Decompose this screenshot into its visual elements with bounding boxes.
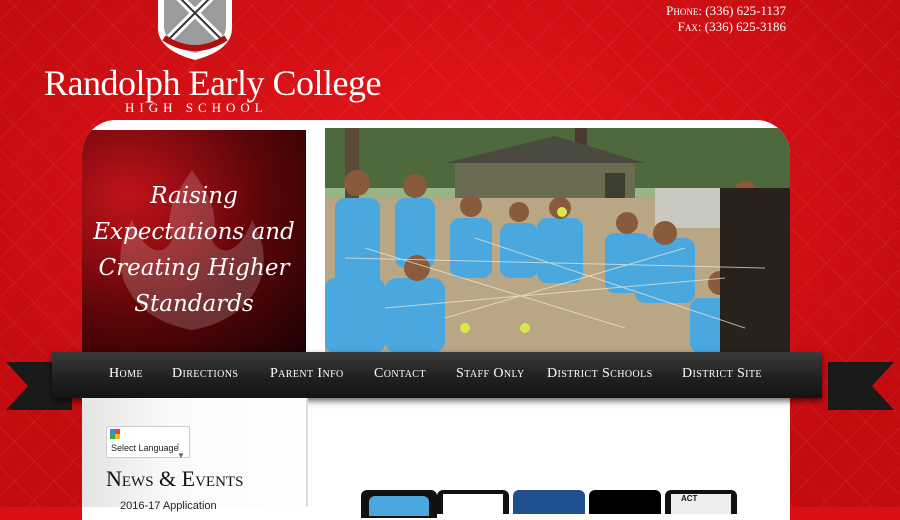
tagline-line: Standards [134,291,254,317]
language-select-label: Select Language [111,443,179,453]
tagline-line: Creating Higher [98,255,290,281]
quick-link-tile[interactable] [513,490,585,514]
quick-link-tile[interactable] [589,490,661,514]
nav-contact[interactable]: Contact [374,366,426,382]
act-quick-link-tile[interactable]: ACT [665,490,737,514]
tagline-panel: Raising Expectations and Creating Higher… [82,130,306,352]
school-subtitle: High School [125,100,268,115]
main-nav: Home Directions Parent Info Contact Staf… [52,352,822,398]
nav-home[interactable]: Home [109,366,143,382]
quick-link-tile[interactable] [437,490,509,514]
nav-staff-only[interactable]: Staff Only [456,366,525,382]
nav-directions[interactable]: Directions [172,366,238,382]
google-translate-icon [110,429,120,439]
school-crest-logo[interactable] [150,0,240,60]
quick-link-tile[interactable] [361,490,437,518]
ribbon-right-tail [828,362,894,410]
nav-district-site[interactable]: District Site [682,366,762,382]
hero-photo [325,128,790,353]
nav-district-schools[interactable]: District Schools [547,366,653,382]
tagline-line: Raising [150,183,238,209]
news-item[interactable]: 2016-17 Application [120,500,217,512]
sidebar-divider [306,398,308,507]
nav-parent-info[interactable]: Parent Info [270,366,344,382]
contact-info: Phone: (336) 625-1137 Fax: (336) 625-318… [666,3,786,35]
language-select[interactable]: Select Language | ▼ [106,426,190,460]
fax-number: Fax: (336) 625-3186 [677,19,786,34]
tagline-line: Expectations and [93,219,295,245]
dropdown-arrow-icon: | ▼ [177,442,185,460]
news-events-heading: News & Events [106,466,244,491]
hero-tagline: Raising Expectations and Creating Higher… [88,178,300,322]
phone-number: Phone: (336) 625-1137 [666,3,786,18]
school-name[interactable]: Randolph Early College [44,62,381,104]
